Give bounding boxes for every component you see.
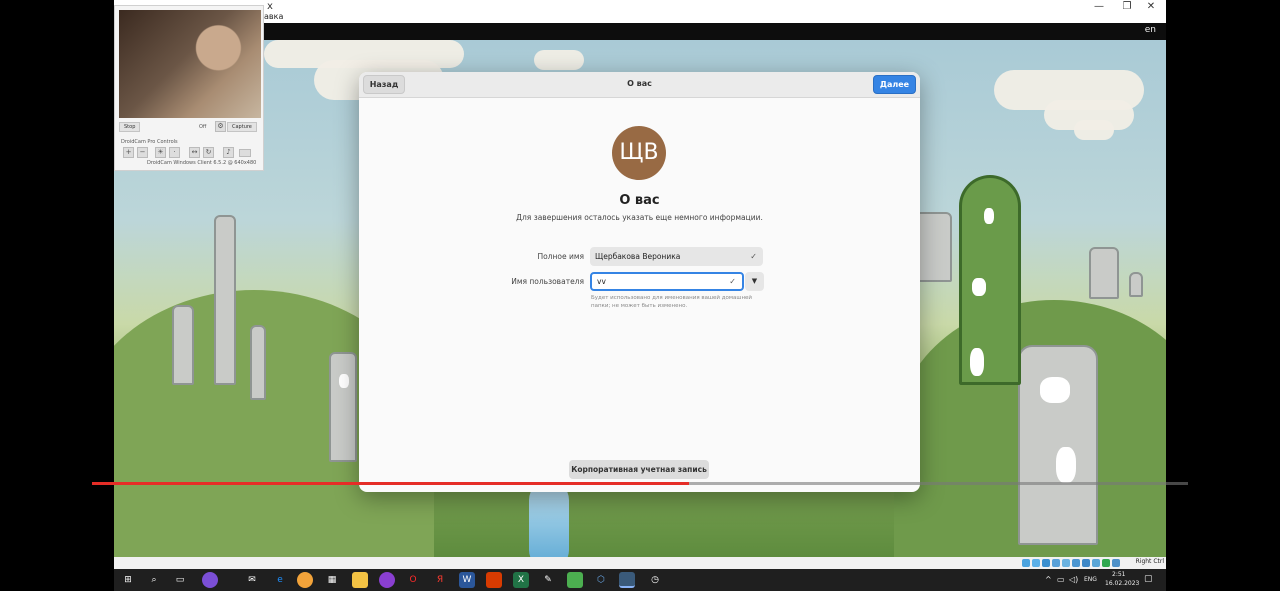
tray-chevron-icon[interactable]: ^	[1045, 575, 1052, 584]
standing-stone	[250, 325, 266, 400]
fullname-value: Щербакова Вероника	[595, 252, 681, 261]
webcam-footer: DroidCam Windows Client 6.5.2 @ 640x480	[147, 160, 257, 166]
username-label: Имя пользователя	[511, 277, 584, 286]
taskbar-time[interactable]: 2:51	[1112, 571, 1125, 578]
webcam-off-label: Off	[199, 124, 207, 130]
mail-icon[interactable]: ✉	[244, 572, 260, 588]
optical-drive-icon[interactable]	[1032, 559, 1040, 567]
host-key-label[interactable]: Right Ctrl	[1136, 558, 1164, 565]
search-icon[interactable]: ⌕	[146, 572, 162, 588]
usb-icon[interactable]	[1062, 559, 1070, 567]
excel-icon[interactable]: X	[513, 572, 529, 588]
setup-dialog: Назад О вас Далее ЩВ О вас Для завершени…	[359, 72, 920, 492]
next-button[interactable]: Далее	[873, 75, 916, 94]
webcam-capture-button[interactable]: Capture	[227, 122, 257, 132]
opera-icon[interactable]: O	[405, 572, 421, 588]
standing-stone	[329, 352, 357, 462]
standing-stone	[1018, 345, 1098, 545]
task-view-icon[interactable]: ▭	[172, 572, 188, 588]
virtualbox-vm-icon[interactable]	[619, 572, 635, 588]
mouse-integration-icon[interactable]	[1112, 559, 1120, 567]
host-maximize-button[interactable]: ❐	[1116, 0, 1138, 14]
flash-icon[interactable]: ☀	[155, 147, 166, 158]
alice-icon[interactable]	[202, 572, 218, 588]
vbox-statusbar: Right Ctrl	[114, 557, 1166, 569]
standing-stone	[214, 215, 236, 385]
more-icon[interactable]	[239, 149, 251, 157]
stone-hole	[1040, 377, 1070, 403]
fullname-check-icon: ✓	[750, 252, 757, 261]
video-progress-bar[interactable]	[92, 482, 1188, 485]
enterprise-login-button[interactable]: Корпоративная учетная запись	[569, 460, 709, 479]
virtualbox-icon[interactable]: ⬡	[593, 572, 609, 588]
display-icon[interactable]	[1082, 559, 1090, 567]
yandex-icon[interactable]: Я	[432, 572, 448, 588]
zoom-in-icon[interactable]: +	[123, 147, 134, 158]
stone-hole	[339, 374, 349, 388]
language-indicator[interactable]: ENG	[1084, 576, 1097, 583]
rotate-icon[interactable]: ↻	[203, 147, 214, 158]
hdd-icon[interactable]	[1022, 559, 1030, 567]
word-icon[interactable]: W	[459, 572, 475, 588]
username-check-icon: ✓	[729, 277, 736, 286]
paint-icon[interactable]: ✎	[540, 572, 556, 588]
player-icon[interactable]	[379, 572, 395, 588]
username-hint: Будет использовано для именования вашей …	[591, 295, 753, 309]
edge-icon[interactable]: e	[272, 572, 288, 588]
standing-stone	[1089, 247, 1119, 299]
shared-folders-icon[interactable]	[1072, 559, 1080, 567]
webcam-controls-title: DroidCam Pro Controls	[121, 139, 178, 145]
cpu-icon[interactable]	[1102, 559, 1110, 567]
cloud-shape	[534, 50, 584, 70]
notifications-icon[interactable]: ▢	[1144, 574, 1153, 584]
host-minimize-button[interactable]: —	[1088, 0, 1110, 14]
keyboard-layout-indicator[interactable]: en	[1145, 25, 1156, 35]
clock-app-icon[interactable]: ◷	[647, 572, 663, 588]
taskbar-date[interactable]: 16.02.2023	[1105, 580, 1139, 587]
webcam-panel: Stop Off ⚙ Capture DroidCam Pro Controls…	[114, 5, 264, 171]
dialog-header: Назад О вас Далее	[359, 72, 920, 98]
store-icon[interactable]: ▦	[324, 572, 340, 588]
focus-icon[interactable]: ·	[169, 147, 180, 158]
webcam-video	[119, 10, 261, 118]
dialog-header-title: О вас	[627, 79, 652, 88]
standing-stone	[1129, 272, 1143, 297]
volume-tray-icon[interactable]: ◁)	[1069, 575, 1078, 584]
start-icon[interactable]: ⊞	[120, 572, 136, 588]
page-title: О вас	[619, 193, 660, 208]
recording-icon[interactable]	[1092, 559, 1100, 567]
username-field[interactable]: vv ✓	[590, 272, 744, 291]
host-menu-item[interactable]: авка	[264, 12, 283, 21]
webcam-stop-button[interactable]: Stop	[119, 122, 141, 132]
explorer-icon[interactable]	[352, 572, 368, 588]
fullname-field[interactable]: Щербакова Вероника ✓	[590, 247, 763, 266]
network-tray-icon[interactable]: ▭	[1057, 575, 1065, 584]
cloud-shape	[1074, 120, 1114, 140]
pillar-hole	[972, 278, 986, 296]
android-icon[interactable]	[567, 572, 583, 588]
office-icon[interactable]	[486, 572, 502, 588]
avatar[interactable]: ЩВ	[612, 126, 666, 180]
video-progress-fill	[92, 482, 690, 485]
page-subtitle: Для завершения осталось указать еще немн…	[516, 213, 763, 222]
pillar-hole	[970, 348, 984, 376]
webcam-settings-icon[interactable]: ⚙	[215, 121, 226, 132]
stone-hole	[1056, 447, 1076, 483]
audio-icon[interactable]	[1042, 559, 1050, 567]
green-pillar	[959, 175, 1021, 385]
fullname-label: Полное имя	[537, 252, 584, 261]
audio-icon[interactable]: ♪	[223, 147, 234, 158]
flip-icon[interactable]: ↔	[189, 147, 200, 158]
pillar-hole	[984, 208, 994, 224]
username-value: vv	[597, 277, 606, 286]
zoom-out-icon[interactable]: −	[137, 147, 148, 158]
windows-taskbar: ⊞ ⌕ ▭ ✉ e ▦ O Я W X ✎ ⬡ ◷ ^ ▭ ◁) ENG 2:5…	[114, 569, 1166, 591]
network-icon[interactable]	[1052, 559, 1060, 567]
host-close-button[interactable]: ✕	[1140, 0, 1162, 14]
standing-stone	[172, 305, 194, 385]
yandex-browser-icon[interactable]	[297, 572, 313, 588]
username-dropdown-button[interactable]: ▼	[745, 272, 764, 291]
vm-topbar: en	[264, 23, 1166, 40]
